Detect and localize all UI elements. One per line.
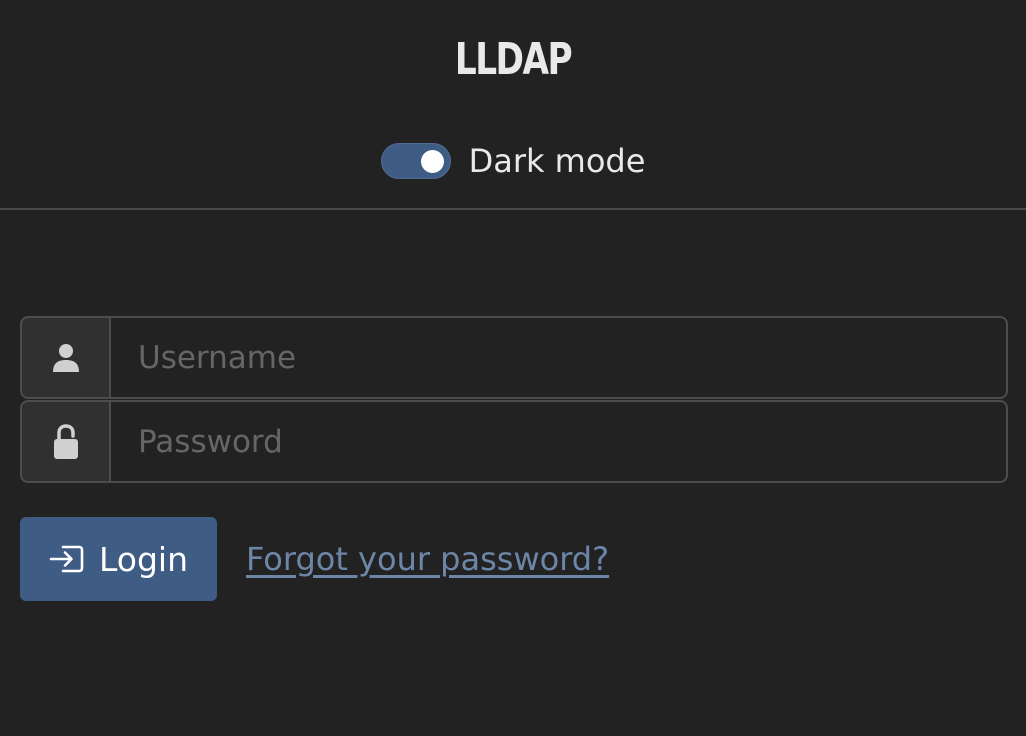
dark-mode-toggle-row: Dark mode (0, 138, 1026, 184)
username-group (20, 316, 1008, 399)
login-button-label: Login (98, 539, 189, 579)
dark-mode-label[interactable]: Dark mode (469, 138, 646, 184)
form-actions: Login Forgot your password? (20, 517, 609, 601)
person-icon (20, 316, 111, 399)
password-input[interactable] (111, 400, 1008, 483)
header: LLDAP Dark mode (0, 0, 1026, 210)
lock-icon (20, 400, 111, 483)
switch-knob (420, 150, 444, 173)
dark-mode-switch[interactable] (380, 143, 451, 179)
forgot-password-link[interactable]: Forgot your password? (246, 540, 609, 578)
login-arrow-icon (49, 543, 85, 575)
username-input[interactable] (111, 316, 1008, 399)
password-group (20, 400, 1008, 483)
app-title: LLDAP (454, 34, 573, 85)
login-button[interactable]: Login (20, 517, 217, 601)
login-form (20, 316, 1008, 484)
